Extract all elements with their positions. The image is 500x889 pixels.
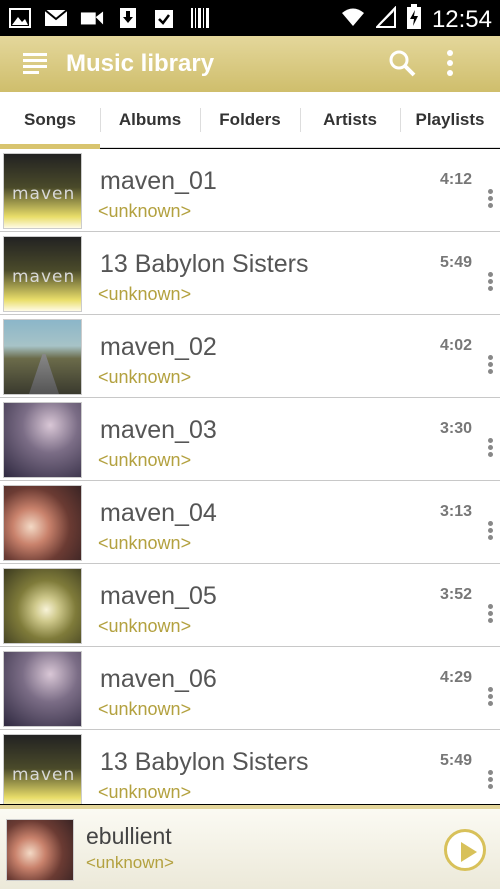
now-playing-artist: <unknown> [86,853,174,872]
album-art [3,568,82,644]
more-options-icon[interactable] [484,768,496,794]
search-icon[interactable] [388,49,416,77]
more-options-icon[interactable] [484,436,496,462]
song-duration: 4:02 [440,337,473,354]
list-item[interactable]: maven_02 <unknown> 4:02 [0,315,500,398]
song-title: maven_06 [100,665,217,693]
song-title: maven_04 [100,499,217,527]
play-icon [461,842,477,862]
tab-songs[interactable]: Songs [0,92,100,149]
album-art: maven [3,236,82,312]
album-art: maven [3,153,82,229]
more-options-icon[interactable] [484,602,496,628]
song-title: maven_01 [100,167,217,195]
clipboard-check-icon [152,6,176,30]
video-icon [80,6,104,30]
image-icon [8,6,32,30]
album-art [3,485,82,561]
song-list: maven maven_01 <unknown> 4:12 maven 13 B… [0,149,500,804]
gmail-icon [44,6,68,30]
song-artist: <unknown> [98,201,192,221]
album-art [3,651,82,727]
song-title: maven_05 [100,582,217,610]
song-duration: 3:30 [440,420,473,437]
song-title: 13 Babylon Sisters [100,748,309,776]
song-title: maven_02 [100,333,217,361]
song-artist: <unknown> [98,782,192,802]
song-artist: <unknown> [98,699,192,719]
song-artist: <unknown> [98,616,192,636]
wifi-icon [340,6,366,33]
list-item[interactable]: maven_05 <unknown> 3:52 [0,564,500,647]
more-options-icon[interactable] [484,270,496,296]
more-vert-icon[interactable] [438,48,462,78]
more-options-icon[interactable] [484,685,496,711]
song-duration: 4:29 [440,669,473,686]
tab-playlists[interactable]: Playlists [400,92,500,148]
tab-bar: Songs Albums Folders Artists Playlists [0,92,500,149]
list-item[interactable]: maven_06 <unknown> 4:29 [0,647,500,730]
status-time: 12:54 [431,5,492,33]
song-artist: <unknown> [98,284,192,304]
song-duration: 4:12 [440,171,473,188]
download-icon [116,6,140,30]
now-playing-album-art [6,819,74,881]
barcode-icon [188,6,212,30]
song-title: maven_03 [100,416,217,444]
song-artist: <unknown> [98,367,192,387]
more-options-icon[interactable] [484,187,496,213]
song-duration: 3:13 [440,503,473,520]
battery-charging-icon [406,4,422,35]
list-item[interactable]: maven_03 <unknown> 3:30 [0,398,500,481]
tab-albums[interactable]: Albums [100,92,200,148]
list-item[interactable]: maven_04 <unknown> 3:13 [0,481,500,564]
list-item[interactable]: maven 13 Babylon Sisters <unknown> 5:49 [0,730,500,804]
album-art: maven [3,734,82,804]
song-duration: 5:49 [440,254,473,271]
album-art [3,319,82,395]
page-title: Music library [66,50,215,77]
song-title: 13 Babylon Sisters [100,250,309,278]
album-art [3,402,82,478]
list-item[interactable]: maven maven_01 <unknown> 4:12 [0,149,500,232]
song-artist: <unknown> [98,533,192,553]
play-button[interactable] [444,829,486,871]
now-playing-title: ebullient [86,823,172,849]
more-options-icon[interactable] [484,519,496,545]
now-playing-bar[interactable]: ebullient <unknown> [0,805,500,889]
signal-icon [374,5,396,33]
song-duration: 3:52 [440,586,473,603]
tab-folders[interactable]: Folders [200,92,300,148]
status-bar: 12:54 [0,0,500,36]
tab-artists[interactable]: Artists [300,92,400,148]
list-item[interactable]: maven 13 Babylon Sisters <unknown> 5:49 [0,232,500,315]
more-options-icon[interactable] [484,353,496,379]
song-duration: 5:49 [440,752,473,769]
menu-icon[interactable] [22,50,48,76]
song-artist: <unknown> [98,450,192,470]
action-bar: Music library [0,36,500,92]
